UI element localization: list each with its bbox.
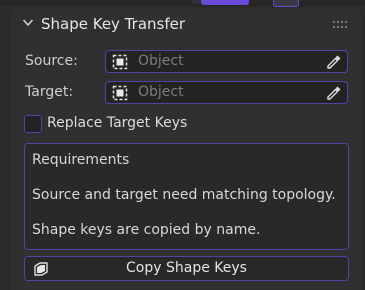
- target-object-field[interactable]: Object: [105, 81, 348, 104]
- copy-shape-keys-button[interactable]: Copy Shape Keys: [24, 256, 349, 281]
- target-label: Target:: [25, 84, 74, 100]
- top-tab-strip: [0, 0, 365, 7]
- eyedropper-icon[interactable]: [325, 53, 343, 71]
- chevron-down-icon[interactable]: [23, 19, 33, 27]
- panel-header[interactable]: Shape Key Transfer: [11, 8, 361, 42]
- source-placeholder: Object: [138, 53, 184, 69]
- replace-target-keys-label[interactable]: Replace Target Keys: [47, 115, 187, 131]
- tab-small[interactable]: [273, 0, 299, 7]
- target-placeholder: Object: [138, 84, 184, 100]
- tab-active[interactable]: [201, 0, 249, 5]
- eyedropper-icon[interactable]: [325, 84, 343, 102]
- requirements-box: Requirements Source and target need matc…: [24, 143, 349, 250]
- replace-target-keys-checkbox[interactable]: [24, 115, 42, 133]
- panel-title: Shape Key Transfer: [41, 15, 186, 33]
- requirement-line: Shape keys are copied by name.: [32, 222, 261, 238]
- object-icon: [112, 85, 128, 101]
- requirement-line: Source and target need matching topology…: [32, 187, 336, 203]
- object-icon: [112, 54, 128, 70]
- source-label: Source:: [25, 53, 78, 69]
- requirements-heading: Requirements: [32, 152, 130, 168]
- source-object-field[interactable]: Object: [105, 50, 348, 73]
- drag-grip-icon[interactable]: [333, 21, 347, 29]
- copy-shape-keys-label: Copy Shape Keys: [126, 260, 247, 276]
